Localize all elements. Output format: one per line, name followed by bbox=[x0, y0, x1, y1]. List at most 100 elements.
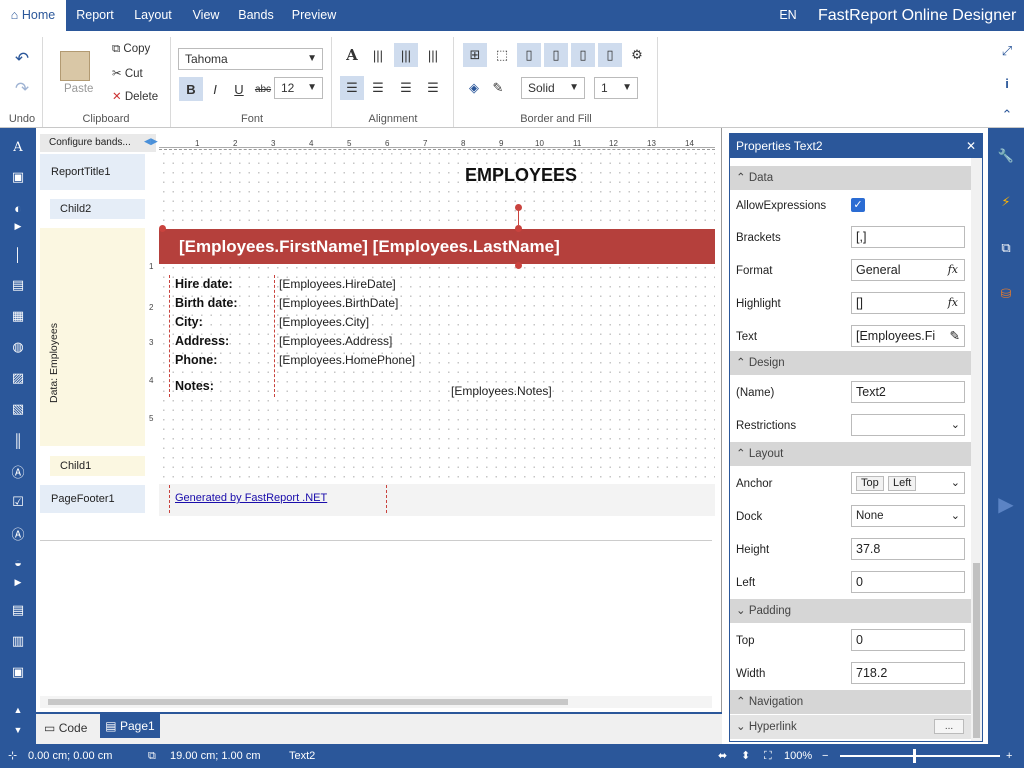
scroll-down-icon[interactable]: ▼ bbox=[8, 720, 28, 740]
band-child2[interactable]: Child2 bbox=[50, 199, 145, 219]
address-field[interactable]: [Employees.Address] bbox=[279, 334, 392, 348]
band-report-title[interactable]: ReportTitle1 bbox=[40, 154, 145, 190]
valign-bottom-icon[interactable]: ||| bbox=[421, 43, 445, 67]
tab-bands[interactable]: Bands bbox=[234, 0, 278, 31]
section-padding[interactable]: ⌄ Padding bbox=[730, 599, 971, 623]
tab-view[interactable]: View bbox=[186, 0, 226, 31]
richtext-object-icon[interactable]: Ⓐ bbox=[8, 461, 28, 481]
function-icon[interactable]: fx bbox=[948, 260, 958, 280]
svg-object-icon[interactable]: ▣ bbox=[8, 662, 28, 682]
tab-home[interactable]: ⌂ Home bbox=[0, 0, 66, 31]
dock-select[interactable]: None ⌄ bbox=[851, 505, 965, 527]
expand-icon[interactable]: ▶ bbox=[8, 216, 28, 236]
left-input[interactable]: 0 bbox=[851, 571, 965, 593]
font-family-select[interactable]: Tahoma ▼ bbox=[178, 48, 323, 70]
notes-field[interactable]: [Employees.Notes] bbox=[451, 384, 552, 398]
fill-color-icon[interactable]: ◈ bbox=[462, 76, 486, 100]
fullscreen-icon[interactable]: ⤢ bbox=[995, 39, 1019, 63]
scrollbar-thumb[interactable] bbox=[48, 699, 568, 705]
text-input[interactable]: [Employees.Fi ✎ bbox=[851, 325, 965, 347]
border-none-icon[interactable]: ⬚ bbox=[490, 43, 514, 67]
horizontal-scrollbar[interactable] bbox=[40, 696, 712, 708]
gauge-object-icon[interactable]: ◒ bbox=[8, 552, 28, 572]
section-hyperlink[interactable]: ⌄ Hyperlink ... bbox=[730, 715, 971, 739]
paste-button[interactable]: Paste bbox=[64, 83, 93, 95]
redo-icon[interactable]: ↷ bbox=[10, 77, 34, 101]
border-all-icon[interactable]: ⊞ bbox=[463, 43, 487, 67]
zoom-out-icon[interactable]: − bbox=[822, 744, 828, 768]
checkbox-object-icon[interactable]: ☑ bbox=[8, 492, 28, 512]
tab-code[interactable]: ▭ Code bbox=[44, 717, 87, 739]
brackets-input[interactable]: [,] bbox=[851, 226, 965, 248]
fit-width-icon[interactable]: ⬌ bbox=[718, 744, 727, 768]
underline-button[interactable]: U bbox=[227, 77, 251, 101]
hire-date-field[interactable]: [Employees.HireDate] bbox=[279, 277, 396, 291]
expand-panel-icon[interactable]: ▶ bbox=[996, 494, 1016, 516]
subreport-icon[interactable]: ▤ bbox=[8, 275, 28, 295]
configure-bands-button[interactable]: Configure bands... bbox=[40, 134, 156, 152]
events-icon[interactable]: ⚡ bbox=[996, 192, 1016, 212]
section-design[interactable]: ⌃ Design bbox=[730, 351, 971, 375]
band-page-footer[interactable]: PageFooter1 bbox=[40, 485, 145, 513]
copy-button[interactable]: ⧉ Copy bbox=[112, 43, 150, 56]
restrictions-select[interactable]: ⌄ bbox=[851, 414, 965, 436]
border-top-icon[interactable]: ▯ bbox=[544, 43, 568, 67]
align-left-icon[interactable]: ☰ bbox=[340, 76, 364, 100]
section-navigation[interactable]: ⌃ Navigation bbox=[730, 690, 971, 714]
report-tree-icon[interactable]: ⧉ bbox=[996, 238, 1016, 258]
employee-name-header[interactable]: [Employees.FirstName] [Employees.LastNam… bbox=[159, 228, 715, 265]
hyperlink-editor-button[interactable]: ... bbox=[934, 719, 964, 734]
band-data-employees[interactable]: Data: Employees bbox=[40, 228, 145, 446]
language-selector[interactable]: EN bbox=[772, 0, 804, 31]
data-source-icon[interactable]: ⛁ bbox=[996, 284, 1016, 304]
collapse-ribbon-icon[interactable]: ⌃ bbox=[995, 103, 1019, 127]
zoom-slider[interactable] bbox=[840, 755, 1000, 757]
sparkline-object-icon[interactable]: ▥ bbox=[8, 631, 28, 651]
fit-page-icon[interactable]: ⬍ bbox=[741, 744, 750, 768]
matrix-object-icon[interactable]: ▧ bbox=[8, 399, 28, 419]
expand-icon[interactable]: ▶ bbox=[8, 572, 28, 592]
tab-page1[interactable]: ▤ Page1 bbox=[100, 714, 160, 738]
tab-layout[interactable]: Layout bbox=[128, 0, 178, 31]
text-format-icon[interactable]: A bbox=[340, 43, 364, 67]
tab-report[interactable]: Report bbox=[70, 0, 120, 31]
barcode-object-icon[interactable]: ║ bbox=[8, 430, 28, 450]
chart-object-icon[interactable]: ▨ bbox=[8, 368, 28, 388]
italic-button[interactable]: I bbox=[203, 77, 227, 101]
border-bottom-icon[interactable]: ▯ bbox=[598, 43, 622, 67]
actual-size-icon[interactable]: ⛶ bbox=[764, 744, 772, 768]
line-color-icon[interactable]: ✎ bbox=[486, 76, 510, 100]
delete-button[interactable]: ✕ Delete bbox=[112, 89, 158, 103]
scroll-up-icon[interactable]: ▲ bbox=[8, 700, 28, 720]
list-object-icon[interactable]: ▤ bbox=[8, 600, 28, 620]
resize-handle[interactable] bbox=[159, 225, 166, 232]
phone-field[interactable]: [Employees.HomePhone] bbox=[279, 353, 415, 367]
align-center-icon[interactable]: ☰ bbox=[366, 76, 390, 100]
strikethrough-button[interactable]: abc bbox=[251, 77, 275, 101]
info-icon[interactable]: i bbox=[995, 71, 1019, 95]
collapse-bands-icon[interactable]: ◀▶ bbox=[144, 136, 158, 147]
checkbox-checked-icon[interactable]: ✓ bbox=[851, 198, 865, 212]
band-child1[interactable]: Child1 bbox=[50, 456, 145, 476]
wrench-icon[interactable]: 🔧 bbox=[996, 146, 1016, 166]
line-object-icon[interactable]: │ bbox=[8, 244, 28, 264]
table-object-icon[interactable]: ▦ bbox=[8, 306, 28, 326]
highlight-input[interactable]: [] fx bbox=[851, 292, 965, 314]
format-input[interactable]: General fx bbox=[851, 259, 965, 281]
anchor-select[interactable]: Top Left ⌄ bbox=[851, 472, 965, 494]
bold-button[interactable]: B bbox=[179, 77, 203, 101]
valign-top-icon[interactable]: ||| bbox=[366, 43, 390, 67]
html-object-icon[interactable]: Ⓐ bbox=[8, 523, 28, 543]
vertical-scrollbar[interactable] bbox=[971, 158, 982, 741]
city-field[interactable]: [Employees.City] bbox=[279, 315, 369, 329]
picture-object-icon[interactable]: ▣ bbox=[8, 167, 28, 187]
border-width-select[interactable]: 1 ▼ bbox=[594, 77, 638, 99]
zoom-slider-thumb[interactable] bbox=[913, 749, 916, 763]
tab-preview[interactable]: Preview bbox=[286, 0, 342, 31]
section-layout[interactable]: ⌃ Layout bbox=[730, 442, 971, 466]
font-size-select[interactable]: 12 ▼ bbox=[274, 77, 323, 99]
scrollbar-thumb[interactable] bbox=[973, 563, 980, 738]
align-right-icon[interactable]: ☰ bbox=[394, 76, 418, 100]
section-data[interactable]: ⌃ Data bbox=[730, 166, 971, 190]
name-input[interactable]: Text2 bbox=[851, 381, 965, 403]
